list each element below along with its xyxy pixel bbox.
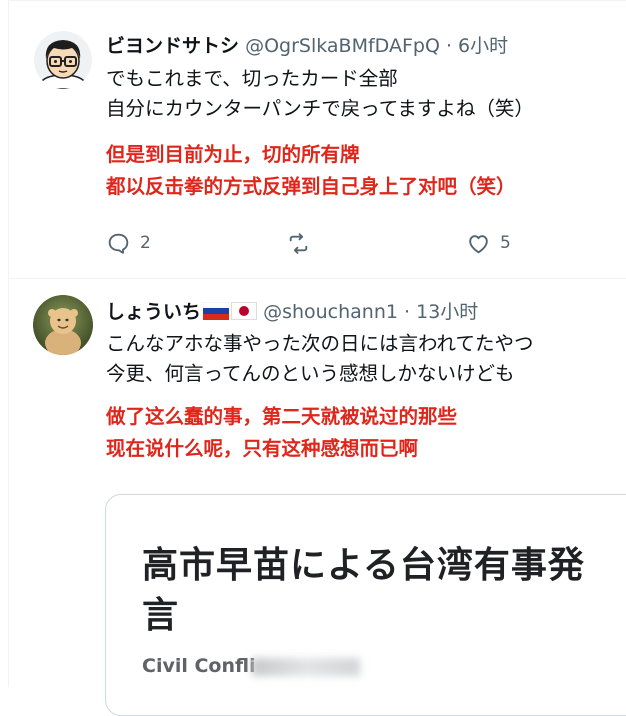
tweet-header: しょういち @shouchann1 · 13小时 [106, 299, 478, 325]
tweet[interactable]: しょういち @shouchann1 · 13小时 こんなアホな事やった次の日には… [9, 0, 626, 716]
avatar[interactable] [33, 295, 93, 355]
translation-line: 做了这么蠢的事，第二天就被说过的那些 [106, 405, 458, 428]
link-card[interactable]: 高市早苗による台湾有事発 言 Civil Confli [105, 494, 626, 716]
card-title: 高市早苗による台湾有事発 言 [142, 541, 602, 641]
user-handle[interactable]: @shouchann1 [263, 301, 398, 323]
card-subtitle-text: Civil Confli [142, 655, 256, 677]
translation-line: 现在说什么呢，只有这种感想而已啊 [106, 437, 419, 460]
separator-dot: · [404, 301, 411, 323]
card-subtitle: Civil Confli [142, 655, 360, 677]
japan-flag-icon [231, 301, 258, 320]
blurred-text [251, 657, 360, 676]
display-name[interactable]: しょういち [106, 301, 201, 323]
card-title-line: 高市早苗による台湾有事発 [142, 545, 585, 586]
tweet-text-line: こんなアホな事やった次の日には言われてたやつ [106, 332, 534, 355]
card-title-line: 言 [142, 595, 180, 636]
russia-flag-icon [203, 301, 230, 320]
tweet-text-line: 今更、何言ってんのという感想しかないけども [106, 362, 515, 385]
timestamp[interactable]: 13小时 [416, 301, 478, 323]
tweet-text: こんなアホな事やった次の日には言われてたやつ 今更、何言ってんのという感想しかな… [106, 329, 533, 389]
translation-overlay: 做了这么蠢的事，第二天就被说过的那些 现在说什么呢，只有这种感想而已啊 [106, 401, 457, 465]
timeline: ビヨンドサトシ @OgrSlkaBMfDAFpQ · 6小时 でもこれまで、切っ… [8, 0, 626, 716]
